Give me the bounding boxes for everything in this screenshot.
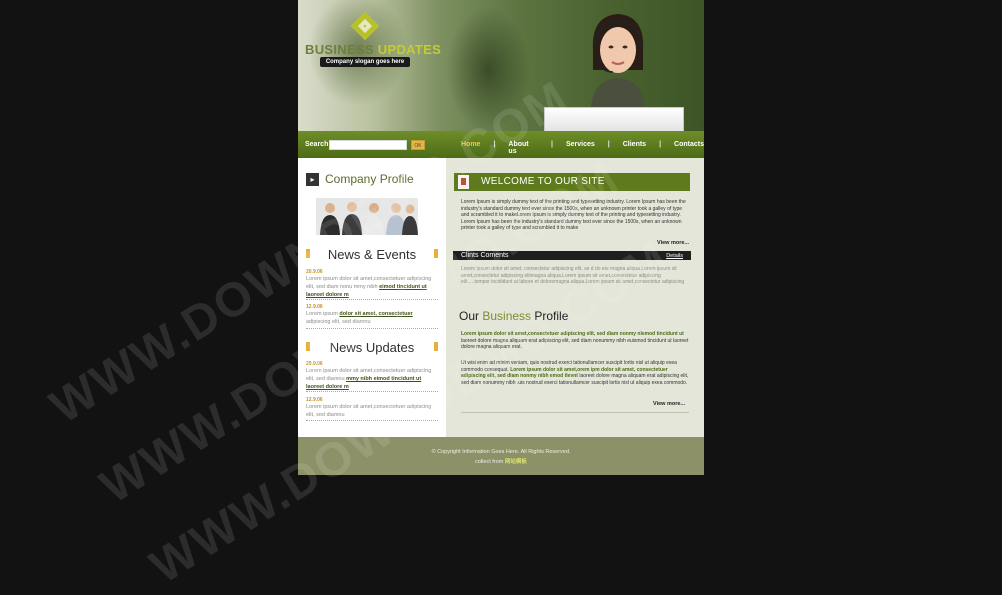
slogan-badge: Company slogan goes here <box>320 57 410 67</box>
heading-bar-left <box>306 249 310 258</box>
collect-label: collect from <box>475 459 505 465</box>
profile-paragraph-2: Ut wisi enim ad minim veniam, quis nostr… <box>461 360 691 386</box>
title-part: Business <box>482 309 532 323</box>
nav-services[interactable]: Services <box>566 141 595 155</box>
main-menu: Home | About us | Services | Clients | C… <box>461 141 704 155</box>
news-events-title: News & Events <box>327 247 417 262</box>
heading-bar-right <box>434 342 438 351</box>
search-ok-button[interactable]: OK <box>411 140 425 150</box>
nav-separator: | <box>659 141 662 148</box>
nav-separator: | <box>493 141 496 148</box>
search-label: Search <box>305 141 329 148</box>
news-text: Lorem ipsum dolor sit amet, consectetuer… <box>306 310 438 326</box>
nav-separator: | <box>607 141 610 148</box>
arrow-right-icon: ▸ <box>306 173 319 186</box>
profile-text: laoreet dolore magna aliquam erat adipis… <box>461 337 689 351</box>
news-updates-title: News Updates <box>329 340 415 355</box>
welcome-text: Lorem Ipsum is simply dummy text of the … <box>461 199 686 232</box>
dotted-divider <box>306 391 438 392</box>
news-text: Lorem ipsum dolor sit amet,consectetuer … <box>306 367 438 391</box>
nav-separator: | <box>550 141 553 148</box>
welcome-banner: WELCOME TO OUR SITE <box>454 173 690 191</box>
logo-text[interactable]: BUSINESS UPDATES <box>305 42 441 57</box>
clients-comments-title: Clints Coments <box>461 252 509 259</box>
search-input[interactable] <box>329 140 407 150</box>
details-link[interactable]: Details <box>666 253 683 259</box>
copyright-text: © Copyright Information Goes Here. All R… <box>431 449 571 455</box>
company-profile-title: Company Profile <box>325 172 414 186</box>
nav-home[interactable]: Home <box>461 141 480 155</box>
news-text: Lorem ipsum dolor sit amet,consectetuer … <box>306 404 432 418</box>
dotted-divider <box>306 328 438 329</box>
content-divider <box>461 412 689 413</box>
welcome-title: WELCOME TO OUR SITE <box>481 176 605 187</box>
monitor-image <box>544 107 684 133</box>
news-body: adipiscing elit, sed diamnu <box>306 319 371 325</box>
logo-word-1: BUSINESS <box>305 42 374 57</box>
nav-clients[interactable]: Clients <box>623 141 646 155</box>
footer: © Copyright Information Goes Here. All R… <box>298 437 704 475</box>
clients-comments-bar: Clints Coments Details <box>453 251 691 260</box>
news-events-heading: News & Events <box>306 247 438 262</box>
nav-contacts[interactable]: Contacts <box>674 141 704 155</box>
news-link[interactable]: dolor sit amet, consectetuer <box>339 311 412 317</box>
clients-comments-text: Lorem ipsum dolor sit amet, consectetur … <box>461 266 685 286</box>
profile-bold-text: Lorem ipsum dolor sit amet,consectetuer … <box>461 331 684 337</box>
profile-paragraph-1: Lorem ipsum dolor sit amet,consectetuer … <box>461 331 691 351</box>
nav-bar: Search OK Home | About us | Services | C… <box>298 131 704 158</box>
news-updates-heading: News Updates <box>306 340 438 355</box>
title-part: Profile <box>531 309 569 323</box>
left-sidebar: ▸ Company Profile News & Events 20.9.06 … <box>298 158 446 437</box>
support-agent-image <box>591 14 645 108</box>
news-text: Lorem ipsum dolor sit amet,consectetuer … <box>306 275 438 299</box>
nav-about-us[interactable]: About us <box>508 141 538 155</box>
title-part: Our <box>459 309 483 323</box>
logo-word-2: UPDATES <box>377 42 442 57</box>
website-template: BUSINESS UPDATES Company slogan goes her… <box>298 0 704 475</box>
heading-bar-right <box>434 249 438 258</box>
view-more-link[interactable]: View more... <box>653 401 685 407</box>
dotted-divider <box>306 420 438 421</box>
news-body: Lorem ipsum <box>306 311 340 317</box>
document-icon <box>458 175 469 189</box>
business-profile-title: Our Business Profile <box>459 309 568 323</box>
header-banner: BUSINESS UPDATES Company slogan goes her… <box>298 0 704 133</box>
main-content: WELCOME TO OUR SITE Lorem Ipsum is simpl… <box>446 158 704 437</box>
collect-link[interactable]: 网站模板 <box>505 459 527 465</box>
team-photo <box>316 198 418 235</box>
view-more-link[interactable]: View more... <box>657 240 689 246</box>
dotted-divider <box>306 299 438 300</box>
logo-diamond-icon <box>350 11 380 41</box>
collect-from-line: collect from 网站模板 <box>298 457 704 465</box>
heading-bar-left <box>306 342 310 351</box>
